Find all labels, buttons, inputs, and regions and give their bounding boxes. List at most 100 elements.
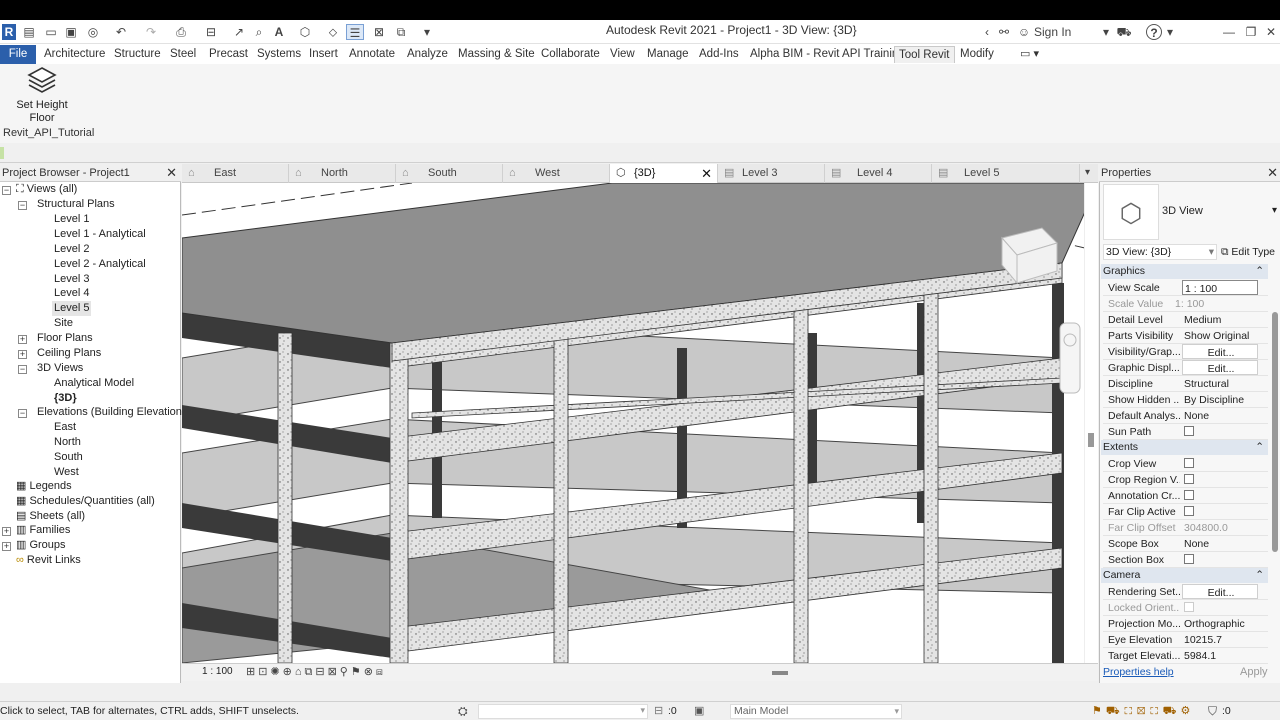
tree-north[interactable]: North [54, 435, 81, 450]
prop-crop-view[interactable]: Crop View [1103, 456, 1268, 472]
tree-level-2[interactable]: Level 2 [54, 242, 89, 257]
far-clip-checkbox[interactable] [1184, 506, 1194, 516]
tree-south[interactable]: South [54, 450, 83, 465]
group-extents[interactable]: Extents ⌃ [1101, 440, 1268, 455]
prop-rendering-settings[interactable]: Rendering Set... Edit... [1103, 584, 1268, 600]
revit-logo-icon[interactable]: R [2, 24, 16, 40]
prop-value[interactable]: 10215.7 [1182, 632, 1258, 647]
print-icon[interactable]: ⎙ [174, 24, 188, 40]
tab-list-dropdown-icon[interactable]: ▾ [1085, 167, 1090, 178]
tree-views-all[interactable]: ⛶ Views (all) [16, 182, 77, 197]
undo-icon[interactable]: ↶ [114, 24, 128, 40]
instance-selector[interactable]: 3D View: {3D} ▾ [1103, 244, 1217, 260]
prop-crop-region-visible[interactable]: Crop Region V... [1103, 472, 1268, 488]
tab-steel[interactable]: Steel [166, 46, 200, 63]
tree-level-1-analytical[interactable]: Level 1 - Analytical [54, 227, 146, 242]
section-icon[interactable]: ⬦ [326, 24, 340, 40]
tree-analytical-model[interactable]: Analytical Model [54, 376, 134, 391]
prop-parts-visibility[interactable]: Parts Visibility Show Original [1103, 328, 1268, 344]
tag-icon[interactable]: ⌕ [252, 24, 266, 40]
tree-elevations[interactable]: Elevations (Building Elevation) [37, 405, 186, 420]
tab-add-ins[interactable]: Add-Ins [695, 46, 743, 63]
user-icon[interactable]: ☺ [1017, 24, 1031, 40]
tree-floor-plans[interactable]: Floor Plans [37, 331, 93, 346]
tree-revit-links[interactable]: ∞ Revit Links [16, 553, 81, 568]
help-icon[interactable]: ? [1146, 24, 1162, 40]
expand-icon[interactable]: + [18, 335, 27, 344]
detail-level-icon[interactable]: ⊞⊡✺⊕⌂⧉⊟⊠⚲⚑⊗⧈ [246, 665, 386, 679]
binoculars-icon[interactable]: ⚯ [996, 24, 1012, 40]
design-options-icon[interactable]: ▣ [694, 704, 704, 717]
tab-precast[interactable]: Precast [205, 46, 252, 63]
prop-far-clip-active[interactable]: Far Clip Active [1103, 504, 1268, 520]
properties-scrollbar[interactable] [1272, 312, 1278, 552]
type-selector-chevron-icon[interactable]: ▾ [1272, 205, 1277, 216]
tab-structure[interactable]: Structure [110, 46, 165, 63]
prop-detail-level[interactable]: Detail Level Medium [1103, 312, 1268, 328]
prop-value[interactable]: 1 : 100 [1182, 280, 1258, 295]
minimize-ribbon-icon[interactable]: ▭ ▾ [1016, 46, 1043, 63]
scroll-thumb[interactable] [1088, 433, 1094, 447]
tree-level-5[interactable]: Level 5 [52, 301, 92, 316]
close-hidden-icon[interactable]: ⊠ [372, 24, 386, 40]
prop-show-hidden[interactable]: Show Hidden ... By Discipline [1103, 392, 1268, 408]
tab-alpha-bim[interactable]: Alpha BIM - Revit API Training [746, 46, 909, 63]
group-camera[interactable]: Camera ⌃ [1101, 568, 1268, 583]
filter-icon[interactable]: ⛉ [1208, 704, 1217, 719]
thin-lines-icon[interactable]: ☰ [346, 24, 364, 40]
workset-dropdown[interactable]: ▾ [478, 704, 648, 719]
prop-value[interactable]: Structural [1182, 376, 1258, 391]
prop-value[interactable]: Orthographic [1182, 616, 1258, 631]
sync-icon[interactable]: ◎ [86, 24, 100, 40]
view-tab-south[interactable]: ⌂ South [396, 164, 503, 183]
collapse-icon[interactable]: − [2, 186, 11, 195]
properties-help-link[interactable]: Properties help [1103, 666, 1174, 678]
view-tab-west[interactable]: ⌂ West [503, 164, 610, 183]
tab-collaborate[interactable]: Collaborate [537, 46, 604, 63]
dimension-icon[interactable]: ↗ [232, 24, 246, 40]
tab-annotate[interactable]: Annotate [345, 46, 399, 63]
prop-scope-box[interactable]: Scope Box None [1103, 536, 1268, 552]
visibility-edit-button[interactable]: Edit... [1182, 344, 1258, 359]
editable-only-icon[interactable]: ⊟ [654, 704, 663, 717]
tab-tool-revit[interactable]: Tool Revit [894, 46, 955, 63]
save-icon[interactable]: ▣ [64, 24, 78, 40]
minimize-icon[interactable]: — [1222, 24, 1236, 40]
tree-west[interactable]: West [54, 465, 79, 480]
view-tab-level-3[interactable]: ▤ Level 3 [718, 164, 825, 183]
tree-level-2-analytical[interactable]: Level 2 - Analytical [54, 257, 146, 272]
worksets-icon[interactable]: ⛭ [458, 704, 468, 719]
switch-windows-icon[interactable]: ⧉ [394, 24, 408, 40]
chevron-down-icon[interactable]: ▾ [1102, 24, 1110, 40]
tree-ceiling-plans[interactable]: Ceiling Plans [37, 346, 101, 361]
expand-icon[interactable]: + [2, 542, 11, 551]
cart-icon[interactable]: ⛟ [1116, 24, 1132, 40]
tree-3d-views[interactable]: 3D Views [37, 361, 83, 376]
prop-graphic-display[interactable]: Graphic Displ... Edit... [1103, 360, 1268, 376]
prop-sun-path[interactable]: Sun Path [1103, 424, 1268, 440]
collapse-icon[interactable]: − [18, 409, 27, 418]
view-tab-north[interactable]: ⌂ North [289, 164, 396, 183]
tree-3d[interactable]: {3D} [54, 391, 77, 406]
expand-icon[interactable]: + [2, 527, 11, 536]
open-icon[interactable]: ▤ [22, 24, 36, 40]
crop-view-checkbox[interactable] [1184, 458, 1194, 468]
vertical-scrollbar[interactable] [1084, 183, 1098, 663]
folder-icon[interactable]: ▭ [44, 24, 58, 40]
sign-in-link[interactable]: Sign In [1034, 24, 1074, 40]
tab-insert[interactable]: Insert [305, 46, 342, 63]
prop-target-elevation[interactable]: Target Elevati... 5984.1 [1103, 648, 1268, 664]
customize-qat-icon[interactable]: ▾ [420, 24, 434, 40]
expand-icon[interactable]: + [18, 350, 27, 359]
horizontal-scroll-thumb[interactable] [772, 671, 788, 675]
graphic-display-edit-button[interactable]: Edit... [1182, 360, 1258, 375]
tree-legends[interactable]: ▦ Legends [16, 479, 72, 494]
edit-type-button[interactable]: ⧉ Edit Type [1221, 244, 1280, 260]
tree-level-1[interactable]: Level 1 [54, 212, 89, 227]
selection-options-icons[interactable]: ⚑⛟⛶⛝⛶⛟⚙ [1092, 704, 1194, 719]
tab-analyze[interactable]: Analyze [403, 46, 452, 63]
redo-icon[interactable]: ↷ [144, 24, 158, 40]
prop-value[interactable]: Show Original [1182, 328, 1258, 343]
tree-level-4[interactable]: Level 4 [54, 286, 89, 301]
help-chevron-icon[interactable]: ▾ [1166, 24, 1174, 40]
